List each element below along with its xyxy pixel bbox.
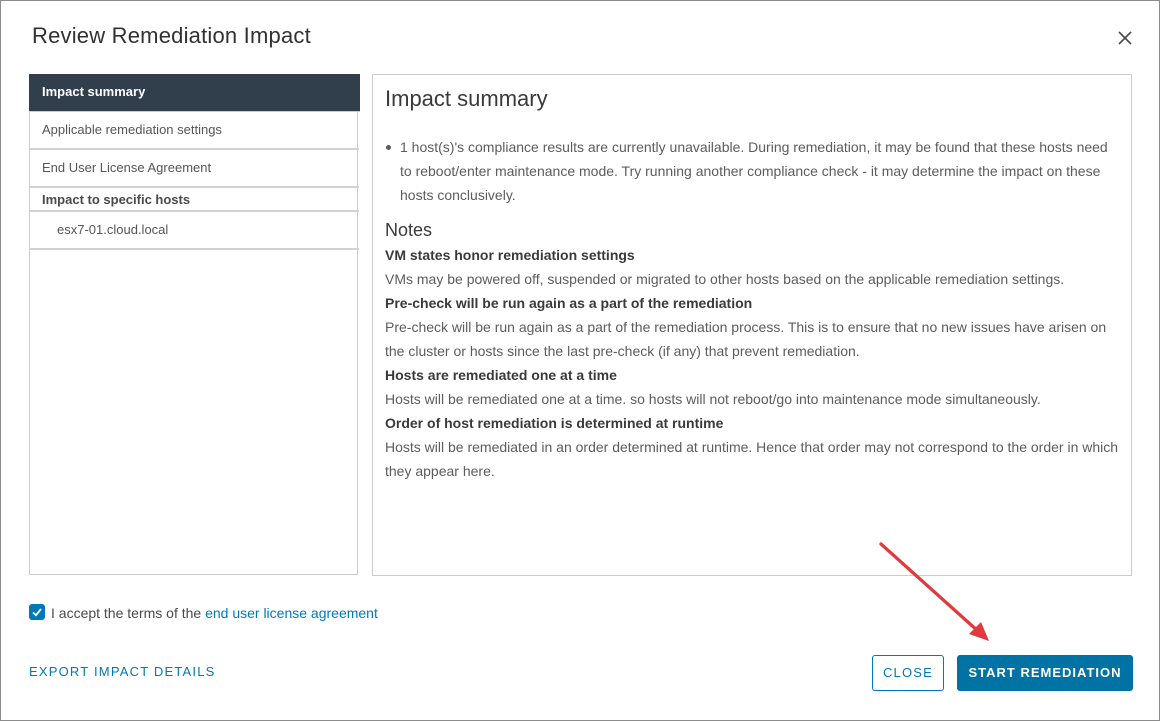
close-button[interactable]: CLOSE <box>872 655 944 691</box>
eula-link[interactable]: end user license agreement <box>205 605 378 621</box>
bullet-icon <box>386 145 391 150</box>
close-icon[interactable] <box>1115 28 1135 48</box>
note-heading: Hosts are remediated one at a time <box>385 367 617 383</box>
impact-summary-panel: Impact summary 1 host(s)'s compliance re… <box>372 74 1132 576</box>
eula-accept-label: I accept the terms of the <box>51 605 206 621</box>
sidebar-item-eula[interactable]: End User License Agreement <box>30 150 359 188</box>
sidebar-item-applicable-remediation-settings[interactable]: Applicable remediation settings <box>30 112 359 150</box>
sidebar-group-impact-to-hosts: Impact to specific hosts <box>30 188 359 212</box>
eula-checkbox[interactable] <box>29 604 45 620</box>
export-impact-details-button[interactable]: EXPORT IMPACT DETAILS <box>29 664 216 679</box>
list-item: 1 host(s)'s compliance results are curre… <box>385 135 1120 207</box>
note-heading: VM states honor remediation settings <box>385 247 635 263</box>
note-text: Hosts will be remediated one at a time. … <box>385 391 1041 407</box>
start-remediation-button[interactable]: START REMEDIATION <box>957 655 1133 691</box>
impact-bullet-list: 1 host(s)'s compliance results are curre… <box>385 135 1120 207</box>
sidebar-item-impact-summary[interactable]: Impact summary <box>29 74 360 112</box>
note-text: VMs may be powered off, suspended or mig… <box>385 271 1065 287</box>
review-remediation-dialog: Review Remediation Impact Impact summary… <box>0 0 1160 721</box>
note-heading: Pre-check will be run again as a part of… <box>385 295 753 311</box>
notes-section: VM states honor remediation settings VMs… <box>385 243 1125 483</box>
bullet-text: 1 host(s)'s compliance results are curre… <box>400 139 1108 203</box>
note-heading: Order of host remediation is determined … <box>385 415 724 431</box>
sidebar-item-host[interactable]: esx7-01.cloud.local <box>30 212 359 250</box>
checkmark-icon <box>32 608 42 617</box>
panel-heading: Impact summary <box>385 86 548 111</box>
notes-title: Notes <box>385 220 433 240</box>
note-text: Hosts will be remediated in an order det… <box>385 439 1119 479</box>
note-text: Pre-check will be run again as a part of… <box>385 319 1107 359</box>
sidebar-nav: Impact summary Applicable remediation se… <box>29 74 360 575</box>
dialog-title: Review Remediation Impact <box>32 23 311 48</box>
